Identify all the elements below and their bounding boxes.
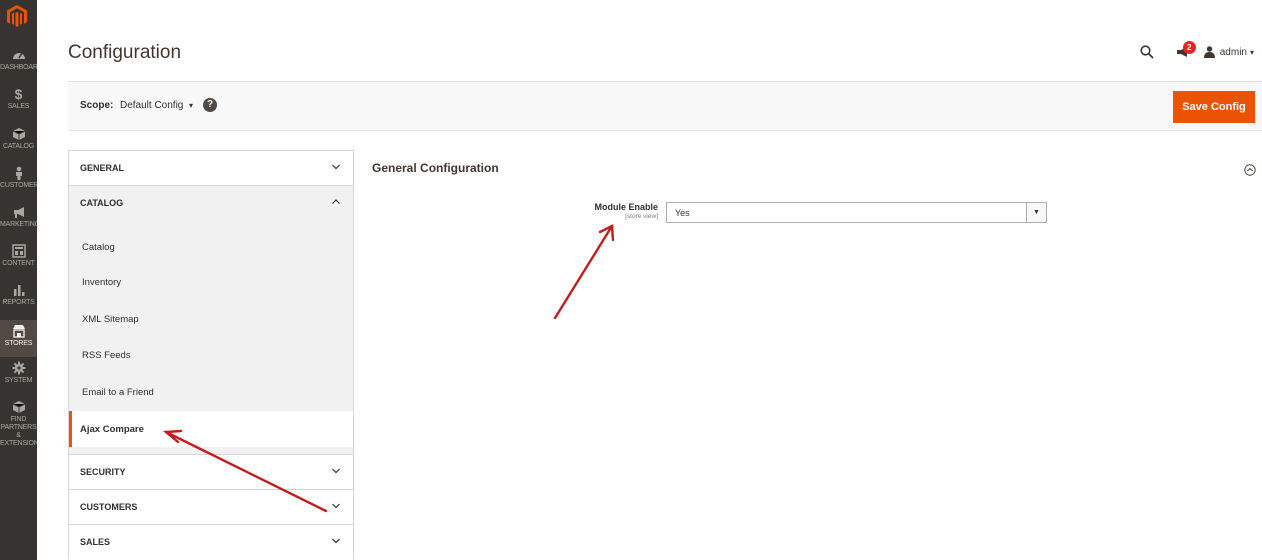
tab-label: SALES xyxy=(80,537,111,547)
submenu-spacer xyxy=(69,447,353,454)
scope-label: Scope: xyxy=(80,100,114,111)
tab-label: SECURITY xyxy=(80,467,126,477)
nav-label: SYSTEM xyxy=(4,377,33,384)
nav-label: CATALOG xyxy=(2,143,34,150)
nav-stores[interactable]: STORES xyxy=(0,320,37,357)
tab-label: CATALOG xyxy=(80,198,124,208)
tab-security[interactable]: SECURITY xyxy=(68,454,354,489)
module-enable-select[interactable]: Yes ▼ xyxy=(666,202,1047,223)
nav-customers[interactable]: CUSTOMERS xyxy=(0,166,37,204)
nav-label: SALES xyxy=(7,103,30,110)
sidebar-item-rss-feeds[interactable]: RSS Feeds xyxy=(69,338,353,375)
nav-system[interactable]: SYSTEM xyxy=(0,361,37,399)
nav-catalog[interactable]: CATALOG xyxy=(0,127,37,165)
collapse-icon[interactable] xyxy=(1244,164,1256,176)
person-icon xyxy=(15,166,22,180)
chevron-down-icon: ▾ xyxy=(1249,47,1254,57)
tab-label: CUSTOMERS xyxy=(80,502,138,512)
search-icon[interactable] xyxy=(1140,45,1154,59)
bar-chart-icon xyxy=(13,285,24,296)
sidebar-item-ajax-compare[interactable]: Ajax Compare xyxy=(69,411,353,447)
chevron-down-icon xyxy=(332,538,340,544)
module-enable-label: Module Enable [store view] xyxy=(594,202,658,220)
nav-partners[interactable]: FIND PARTNERS & EXTENSIONS xyxy=(0,400,37,447)
tab-customers[interactable]: CUSTOMERS xyxy=(68,489,354,524)
cube-icon xyxy=(12,128,25,140)
user-name: admin xyxy=(1219,46,1247,58)
nav-marketing[interactable]: MARKETING xyxy=(0,205,37,243)
chevron-down-icon[interactable]: ▼ xyxy=(1026,203,1046,222)
nav-label: REPORTS xyxy=(2,299,35,306)
chevron-down-icon xyxy=(332,164,340,170)
select-value: Yes xyxy=(675,208,690,218)
gauge-icon xyxy=(12,52,25,59)
nav-dashboard[interactable]: DASHBOARD xyxy=(0,48,37,86)
megaphone-icon xyxy=(13,207,24,218)
notification-count-badge: 2 xyxy=(1182,41,1196,54)
store-icon xyxy=(12,325,25,338)
user-menu[interactable]: admin ▾ xyxy=(1203,46,1254,58)
nav-label: CONTENT xyxy=(2,260,35,267)
sidebar-item-catalog[interactable]: Catalog xyxy=(69,220,353,265)
chevron-down-icon[interactable]: ▾ xyxy=(189,101,193,110)
config-tabs-sidebar: GENERAL CATALOG Catalog Inventory XML Si… xyxy=(68,150,354,560)
gear-icon xyxy=(12,361,25,375)
magento-logo-icon[interactable] xyxy=(6,4,28,28)
help-icon[interactable]: ? xyxy=(203,98,217,112)
sidebar-item-inventory[interactable]: Inventory xyxy=(69,265,353,302)
tab-sales[interactable]: SALES xyxy=(68,524,354,559)
box-icon xyxy=(12,401,25,413)
nav-label: MARKETING xyxy=(0,221,37,228)
nav-content[interactable]: CONTENT xyxy=(0,244,37,282)
save-config-button[interactable]: Save Config xyxy=(1173,91,1255,123)
chevron-down-icon xyxy=(332,468,340,474)
field-scope: [store view] xyxy=(625,213,658,220)
nav-label: DASHBOARD xyxy=(0,64,37,71)
notifications-button[interactable]: 2 xyxy=(1176,41,1196,59)
section-title[interactable]: General Configuration xyxy=(372,161,499,175)
sidebar-item-email-to-a-friend[interactable]: Email to a Friend xyxy=(69,375,353,412)
dollar-icon: $ xyxy=(14,86,23,102)
tab-general[interactable]: GENERAL xyxy=(68,150,354,185)
user-icon xyxy=(1203,46,1215,58)
page-title: Configuration xyxy=(68,42,182,63)
nav-reports[interactable]: REPORTS xyxy=(0,283,37,321)
admin-nav: DASHBOARD $ SALES CATALOG CUSTOMERS MARK… xyxy=(0,0,37,560)
layout-icon xyxy=(11,244,26,258)
nav-label: STORES xyxy=(4,340,33,347)
header-actions: 2 admin ▾ xyxy=(1140,41,1254,62)
nav-sales[interactable]: $ SALES xyxy=(0,87,37,125)
tab-label: GENERAL xyxy=(80,163,125,173)
sidebar-item-xml-sitemap[interactable]: XML Sitemap xyxy=(69,302,353,339)
scope-bar: Scope: Default Config ▾ ? Save Config xyxy=(68,81,1262,131)
field-label: Module Enable xyxy=(594,202,658,212)
nav-label: FIND PARTNERS & EXTENSIONS xyxy=(0,416,37,447)
chevron-down-icon xyxy=(332,503,340,509)
catalog-submenu: Catalog Inventory XML Sitemap RSS Feeds … xyxy=(68,220,354,454)
nav-label: CUSTOMERS xyxy=(0,182,37,189)
scope-switcher[interactable]: Default Config xyxy=(120,100,183,111)
chevron-up-icon xyxy=(332,199,340,204)
tab-catalog[interactable]: CATALOG xyxy=(68,185,354,220)
arrow-to-module-enable xyxy=(553,224,615,320)
